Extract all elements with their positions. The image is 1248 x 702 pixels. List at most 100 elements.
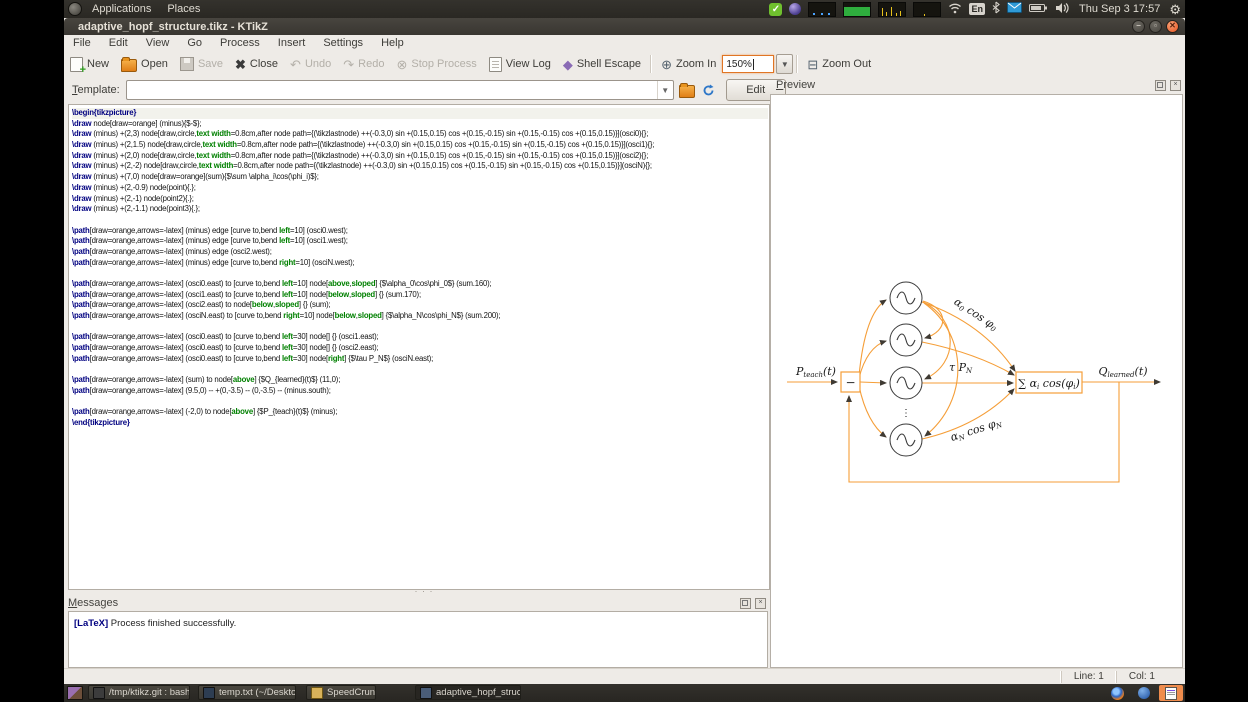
- task-ktikz[interactable]: adaptive_hopf_struc...: [415, 685, 521, 700]
- svg-text:α0 cos φ0: α0 cos φ0: [951, 295, 1001, 334]
- menu-go[interactable]: Go: [178, 35, 211, 51]
- messages-panel[interactable]: [LaTeX] Process finished successfully.: [68, 611, 768, 668]
- status-line: Line: 1: [1061, 671, 1116, 683]
- keyboard-layout-indicator[interactable]: En: [969, 3, 985, 15]
- wifi-icon[interactable]: [948, 2, 962, 17]
- mail-icon[interactable]: [1007, 2, 1022, 16]
- view-log-button[interactable]: View Log: [483, 53, 557, 75]
- template-open-button[interactable]: [678, 81, 696, 99]
- preview-title: Preview: [776, 79, 815, 91]
- svg-text:αN cos φN: αN cos φN: [949, 415, 1004, 445]
- cpu-monitor-graph[interactable]: [808, 2, 836, 17]
- ktikz-icon: [420, 687, 432, 699]
- redo-button[interactable]: ↷ Redo: [337, 53, 390, 75]
- task-text-editor[interactable]: temp.txt (~/Desktop...: [198, 685, 296, 700]
- undo-button[interactable]: ↶ Undo: [284, 53, 337, 75]
- text-file-icon: [203, 687, 215, 699]
- menu-process[interactable]: Process: [211, 35, 269, 51]
- updates-ok-icon[interactable]: ✓: [769, 3, 782, 16]
- oscillator-nodes: [890, 282, 922, 456]
- open-folder-icon: [121, 59, 137, 72]
- menu-view[interactable]: View: [137, 35, 179, 51]
- maximize-button[interactable]: ▫: [1149, 20, 1162, 33]
- browser-launcher[interactable]: [1132, 685, 1156, 701]
- close-x-icon: ✖: [235, 58, 246, 71]
- view-log-icon: [489, 57, 502, 72]
- open-button[interactable]: Open: [115, 53, 174, 75]
- messages-header: Messages ×: [68, 595, 768, 611]
- zoom-out-button[interactable]: ⊟ Zoom Out: [801, 53, 877, 75]
- globe-icon: [1138, 687, 1150, 699]
- shell-escape-button[interactable]: ◆ Shell Escape: [557, 53, 647, 75]
- template-reload-button[interactable]: [700, 81, 718, 99]
- distribution-logo-icon[interactable]: [68, 2, 82, 16]
- taskbar: /tmp/ktikz.git : bash ... temp.txt (~/De…: [64, 684, 1185, 702]
- taskbar-tray: [1105, 684, 1185, 702]
- menu-edit[interactable]: Edit: [100, 35, 137, 51]
- menu-help[interactable]: Help: [372, 35, 413, 51]
- zoom-in-icon: ⊕: [661, 58, 672, 71]
- zoom-out-icon: ⊟: [807, 58, 818, 71]
- session-gear-icon[interactable]: ⚙: [1169, 3, 1181, 16]
- preview-header: Preview ×: [776, 77, 1183, 93]
- speedcrunch-icon: [311, 687, 323, 699]
- preview-float-icon[interactable]: [1155, 80, 1166, 91]
- chevron-down-icon[interactable]: ▼: [657, 81, 673, 99]
- code-lines: \begin{tikzpicture}\draw node[draw=orang…: [72, 108, 768, 429]
- firefox-launcher[interactable]: [1105, 685, 1129, 701]
- menu-insert[interactable]: Insert: [269, 35, 315, 51]
- firefox-icon: [1111, 687, 1124, 700]
- bluetooth-icon[interactable]: [992, 1, 1000, 17]
- save-button[interactable]: Save: [174, 53, 229, 75]
- svg-text:τ PN: τ PN: [949, 361, 973, 375]
- template-label: Template:: [64, 84, 126, 96]
- close-window-button[interactable]: ✕: [1166, 20, 1179, 33]
- zoom-in-button[interactable]: ⊕ Zoom In: [655, 53, 722, 75]
- undo-icon: ↶: [290, 58, 301, 71]
- places-menu[interactable]: Places: [159, 0, 208, 18]
- svg-text:Pteach(t): Pteach(t): [795, 365, 836, 379]
- zoom-level-dropdown-button[interactable]: ▼: [776, 54, 793, 74]
- template-combobox[interactable]: ▼: [126, 80, 674, 100]
- message-tag: [LaTeX]: [74, 618, 108, 629]
- applications-menu[interactable]: Applications: [84, 0, 159, 18]
- stop-process-button[interactable]: ⊗ Stop Process: [390, 53, 482, 75]
- document-pen-icon: [1165, 687, 1177, 700]
- task-terminal[interactable]: /tmp/ktikz.git : bash ...: [88, 685, 190, 700]
- new-button[interactable]: + New: [64, 53, 115, 75]
- zoom-level-input[interactable]: 150%: [722, 55, 774, 73]
- menu-file[interactable]: File: [64, 35, 100, 51]
- tikz-preview-diagram: − ∑ αi cos(φi) ⋮ Pteach(t) Qlearned(t) α…: [771, 95, 1182, 667]
- top-panel: Applications Places ✓ En Thu Sep 3 17:57…: [64, 0, 1185, 18]
- clock[interactable]: Thu Sep 3 17:57: [1077, 3, 1162, 15]
- text-caret: [753, 59, 754, 70]
- messages-close-icon[interactable]: ×: [755, 598, 766, 609]
- save-icon: [180, 57, 194, 71]
- network-globe-icon[interactable]: [789, 3, 801, 15]
- svg-text:∑ αi cos(φi): ∑ αi cos(φi): [1018, 377, 1080, 391]
- window-list-applet-icon[interactable]: [67, 686, 83, 700]
- svg-text:⋮: ⋮: [901, 408, 911, 419]
- messages-title: Messages: [68, 597, 118, 609]
- system-tray: ✓ En Thu Sep 3 17:57 ⚙: [769, 0, 1185, 18]
- toolbar-separator: [796, 55, 798, 73]
- memory-monitor-graph[interactable]: [843, 2, 871, 17]
- battery-icon[interactable]: [1029, 3, 1048, 16]
- preview-close-icon[interactable]: ×: [1170, 80, 1181, 91]
- volume-icon[interactable]: [1055, 2, 1070, 17]
- code-editor[interactable]: \begin{tikzpicture}\draw node[draw=orang…: [68, 104, 770, 590]
- redo-icon: ↷: [343, 58, 354, 71]
- svg-text:Qlearned(t): Qlearned(t): [1098, 365, 1147, 379]
- disk-monitor-graph[interactable]: [913, 2, 941, 17]
- network-monitor-graph[interactable]: [878, 2, 906, 17]
- active-app-button[interactable]: [1159, 685, 1183, 701]
- task-speedcrunch[interactable]: SpeedCrunch: [306, 685, 376, 700]
- window-titlebar[interactable]: adaptive_hopf_structure.tikz - KTikZ − ▫…: [64, 18, 1185, 35]
- close-file-button[interactable]: ✖ Close: [229, 53, 284, 75]
- minimize-button[interactable]: −: [1132, 20, 1145, 33]
- messages-float-icon[interactable]: [740, 598, 751, 609]
- status-col: Col: 1: [1116, 671, 1167, 683]
- menu-bar: File Edit View Go Process Insert Setting…: [64, 35, 1185, 51]
- menu-settings[interactable]: Settings: [314, 35, 372, 51]
- preview-panel[interactable]: − ∑ αi cos(φi) ⋮ Pteach(t) Qlearned(t) α…: [770, 94, 1183, 668]
